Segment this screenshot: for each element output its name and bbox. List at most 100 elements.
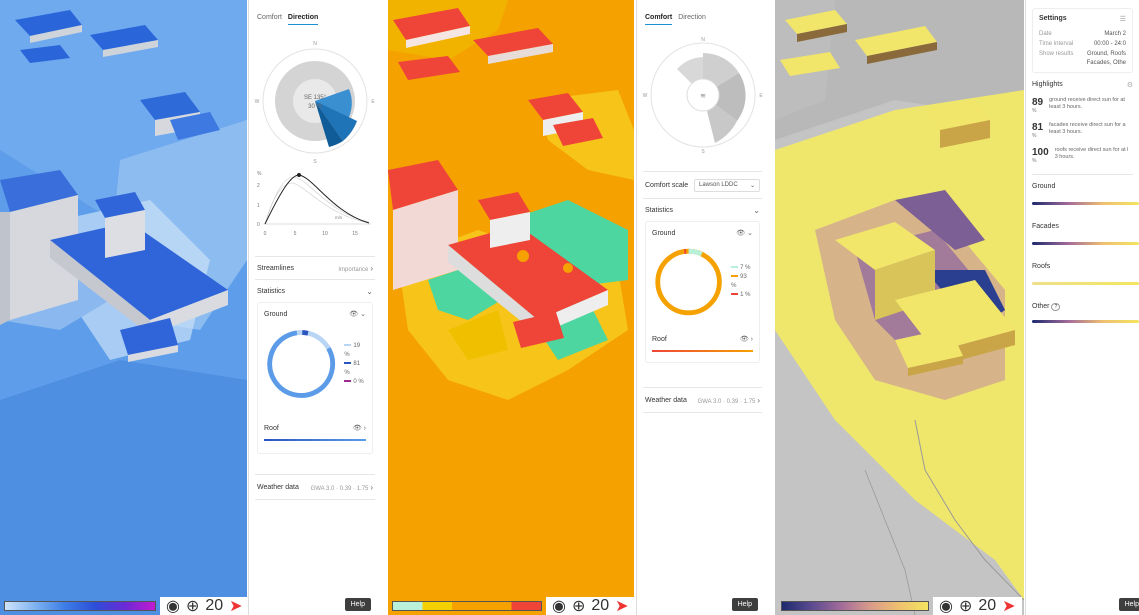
ground-label: Ground [652, 229, 676, 237]
layers-icon[interactable]: ⊕ [186, 596, 199, 615]
interval-row[interactable]: Time interval 00:00 - 24:0 [1039, 41, 1126, 47]
wind-rose-chart: SE 135° 30 % N E S W [255, 41, 376, 165]
comfort-scale-row: Comfort scale Lawson LDDC ⌄ [637, 172, 768, 198]
facades-label: Facades [1032, 223, 1059, 230]
wind-speed-legend [4, 601, 156, 611]
results-value-2: Facades, Othe [1086, 60, 1126, 66]
weather-data-row[interactable]: Weather data GWA 3.0 · 0.39 · 1.75 › [637, 388, 768, 412]
ground-label: Ground [264, 310, 288, 318]
other-label: Other [1032, 303, 1050, 310]
app-stage: ◉ ⊕ 20 ➤ Comfort Direction SE 135° 30 % … [0, 0, 1139, 615]
compass-e-label: E [759, 93, 763, 99]
roofs-distribution[interactable]: Roofs [1026, 245, 1139, 285]
wind-speed-distribution-chart: % 2 1 0 m/s 0 5 10 15 [257, 171, 371, 237]
ground-legend-3: 0 % [344, 378, 366, 387]
comfort-map-scene [388, 0, 634, 615]
streamlines-value: Importance [338, 266, 369, 273]
layers-icon[interactable]: ⊕ [572, 596, 585, 615]
roof-row[interactable]: Roof 👁 › [264, 417, 366, 439]
gear-icon[interactable]: ⚙ [1127, 81, 1133, 89]
ground-donut-chart [267, 330, 336, 398]
date-row[interactable]: Date March 2 [1039, 31, 1126, 37]
ground-distribution[interactable]: Ground [1026, 175, 1139, 205]
comfort-panel: Comfort Direction ≋ N E S W Comfort scal… [636, 0, 768, 615]
eye-icon[interactable]: 👁 ⌄ [349, 310, 366, 318]
layers-icon[interactable]: ⊕ [959, 596, 972, 615]
compass-s-label: S [313, 159, 317, 165]
ground-row[interactable]: Ground 👁 ⌄ [264, 307, 366, 321]
view-icon[interactable]: ◉ [552, 596, 566, 615]
zoom-level: 20 [591, 597, 610, 614]
view-icon[interactable]: ◉ [166, 596, 180, 615]
compass-icon[interactable]: ➤ [615, 596, 628, 615]
chevron-right-icon: › [757, 395, 760, 405]
sun-hours-map-view[interactable]: ◉ ⊕ 20 ➤ [775, 0, 1024, 615]
panel2-tabs: Comfort Direction [637, 0, 768, 25]
chart-annotation: m/s [335, 215, 343, 220]
other-distribution[interactable]: Other ? [1026, 285, 1139, 323]
tab-comfort[interactable]: Comfort [257, 14, 282, 25]
settings-sliders-icon[interactable]: ☰ [1120, 15, 1126, 23]
statistics-header[interactable]: Statistics ⌄ [637, 199, 768, 221]
wind-icon: ≋ [700, 93, 706, 100]
results-value-1: Ground, Roofs [1086, 51, 1126, 57]
results-row[interactable]: Show results Ground, Roofs [1039, 51, 1126, 57]
ground-legend-2: 81 % [344, 360, 361, 376]
help-button[interactable]: Help [1118, 598, 1139, 611]
statistics-header[interactable]: Statistics ⌄ [249, 280, 381, 302]
compass-icon[interactable]: ➤ [1002, 596, 1015, 615]
comfort-wind-rose: ≋ N E S W [643, 37, 764, 155]
comfort-map-toolbar: ◉ ⊕ 20 ➤ [392, 597, 634, 615]
tab-direction[interactable]: Direction [287, 14, 319, 25]
help-button[interactable]: Help [731, 598, 758, 611]
wind-map-view[interactable]: ◉ ⊕ 20 ➤ [0, 0, 247, 615]
settings-card: Settings ☰ Date March 2 Time interval 00… [1032, 8, 1133, 73]
interval-label: Time interval [1039, 41, 1074, 47]
sun-hours-map-scene [775, 0, 1024, 615]
highlights-header: Highlights ⚙ [1032, 81, 1133, 89]
wind-center-percent: 30 % [308, 104, 322, 110]
comfort-map-view[interactable]: ◉ ⊕ 20 ➤ [388, 0, 634, 615]
statistics-label: Statistics [645, 206, 674, 214]
ground-legend-1: 7 % [731, 264, 753, 273]
wind-map-tools: ◉ ⊕ 20 ➤ [160, 597, 247, 615]
ground-stats-card: Ground 👁 ⌄ 19 % 81 % 0 % Roof 👁 › [257, 302, 373, 454]
zoom-level: 20 [978, 597, 997, 614]
eye-icon[interactable]: 👁 › [353, 424, 366, 432]
ground-label: Ground [1032, 183, 1056, 190]
comfort-scale-select[interactable]: Lawson LDDC ⌄ [694, 178, 760, 192]
tab-direction[interactable]: Direction [678, 14, 706, 25]
roof-row[interactable]: Roof 👁 › [652, 328, 753, 350]
ground-legend-3: 1 % [731, 291, 753, 300]
weather-data-row[interactable]: Weather data GWA 3.0 · 0.39 · 1.75 › [249, 475, 381, 499]
roof-bar [652, 350, 753, 352]
streamlines-label: Streamlines [257, 264, 294, 272]
facades-distribution[interactable]: Facades [1026, 205, 1139, 245]
date-label: Date [1039, 31, 1052, 37]
settings-header: Settings ☰ [1039, 15, 1126, 23]
view-icon[interactable]: ◉ [939, 596, 953, 615]
tab-comfort[interactable]: Comfort [645, 14, 673, 25]
wind-map-scene [0, 0, 247, 615]
chevron-down-icon: ⌄ [366, 286, 373, 296]
highlight-roofs: 100% roofs receive direct sun for at l3 … [1032, 147, 1129, 164]
compass-icon[interactable]: ➤ [229, 596, 242, 615]
highlight-facades: 81% facades receive direct sun for a leas… [1032, 122, 1126, 139]
compass-n-label: N [313, 41, 317, 47]
roof-label: Roof [264, 424, 279, 432]
help-circle-icon[interactable]: ? [1051, 303, 1061, 311]
eye-icon[interactable]: 👁 ⌄ [736, 229, 753, 237]
highlights-section: Highlights ⚙ 89% ground receive direct s… [1032, 81, 1133, 164]
wind-map-toolbar: ◉ ⊕ 20 ➤ [4, 597, 247, 615]
interval-value: 00:00 - 24:0 [1093, 41, 1126, 47]
panel1-tabs: Comfort Direction [249, 0, 381, 25]
ground-row[interactable]: Ground 👁 ⌄ [652, 226, 753, 240]
help-button[interactable]: Help [344, 598, 371, 611]
settings-title: Settings [1039, 15, 1067, 22]
chart-y-unit: % [257, 171, 262, 177]
chevron-right-icon: › [370, 263, 373, 273]
streamlines-row[interactable]: Streamlines Importance › [249, 257, 381, 279]
y-tick-0: 0 [257, 222, 260, 228]
eye-icon[interactable]: 👁 › [740, 335, 753, 343]
zoom-level: 20 [205, 597, 224, 614]
